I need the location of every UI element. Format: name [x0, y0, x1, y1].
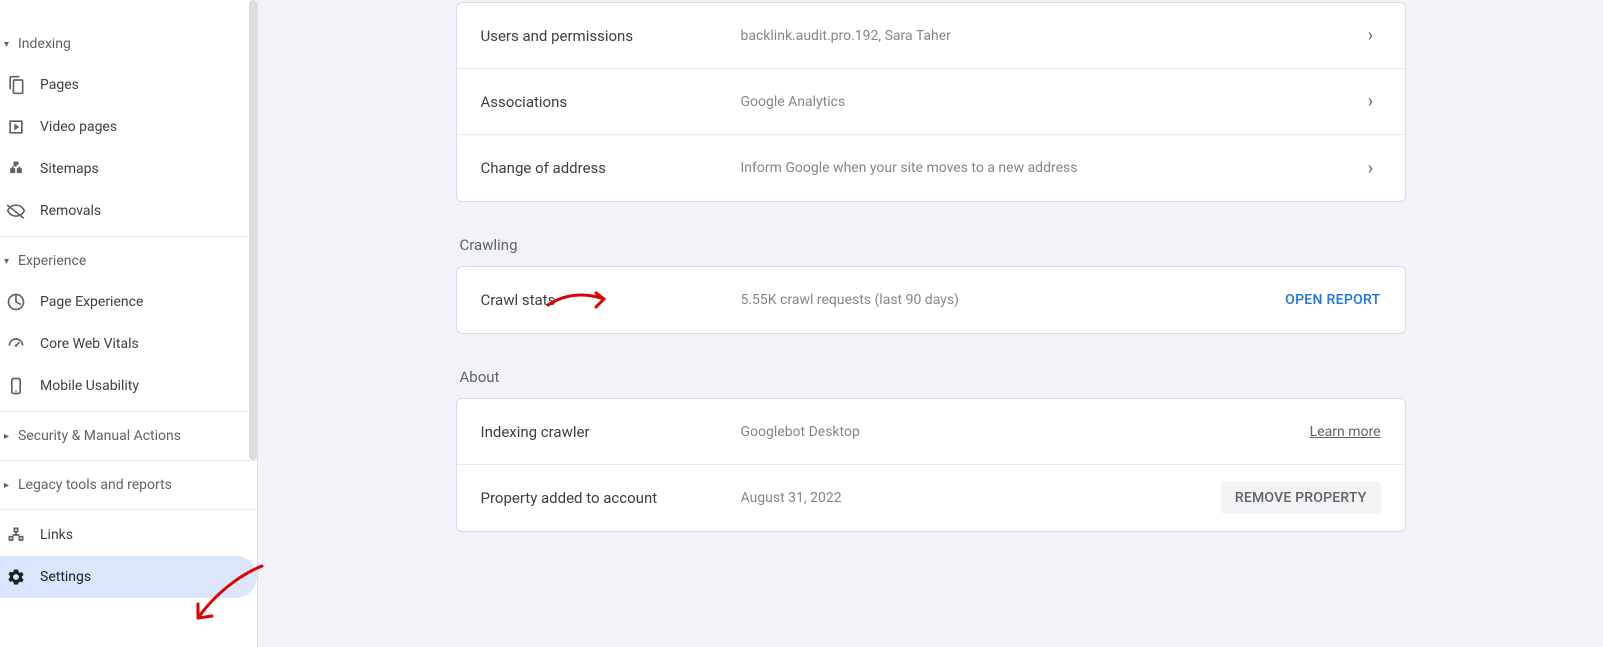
- main-content: Users and permissions backlink.audit.pro…: [258, 0, 1603, 647]
- section-title-about: About: [456, 342, 1406, 398]
- row-value: 5.55K crawl requests (last 90 days): [741, 292, 1286, 308]
- sidebar-item-label: Video pages: [40, 119, 117, 135]
- row-value: Inform Google when your site moves to a …: [741, 160, 1361, 176]
- open-report-button[interactable]: OPEN REPORT: [1285, 292, 1380, 308]
- general-card: Users and permissions backlink.audit.pro…: [456, 2, 1406, 202]
- sidebar-item-page-experience[interactable]: Page Experience: [0, 281, 257, 323]
- sidebar-section-label: Experience: [18, 253, 86, 269]
- divider: [0, 411, 257, 412]
- row-label: Crawl stats: [481, 291, 741, 309]
- divider: [0, 460, 257, 461]
- sidebar-item-label: Removals: [40, 203, 101, 219]
- chevron-right-icon: ›: [1361, 158, 1381, 178]
- sidebar-item-sitemaps[interactable]: Sitemaps: [0, 148, 257, 190]
- sidebar-item-label: Core Web Vitals: [40, 336, 139, 352]
- sidebar-item-links[interactable]: Links: [0, 514, 257, 556]
- row-value: Google Analytics: [741, 94, 1361, 110]
- sidebar-section-label: Legacy tools and reports: [18, 477, 172, 493]
- caret-right-icon: ▸: [4, 480, 16, 491]
- row-label: Change of address: [481, 159, 741, 177]
- page-experience-icon: [6, 292, 26, 312]
- row-label: Indexing crawler: [481, 423, 741, 441]
- sidebar-section-legacy[interactable]: ▸ Legacy tools and reports: [0, 465, 257, 505]
- sidebar-section-experience[interactable]: ▾ Experience: [0, 241, 257, 281]
- sidebar-item-removals[interactable]: Removals: [0, 190, 257, 232]
- sidebar-item-video-pages[interactable]: Video pages: [0, 106, 257, 148]
- sidebar-item-label: Settings: [40, 569, 91, 585]
- caret-right-icon: ▸: [4, 431, 16, 442]
- chevron-right-icon: ›: [1361, 26, 1381, 46]
- row-change-of-address[interactable]: Change of address Inform Google when you…: [457, 135, 1405, 201]
- sidebar-section-indexing[interactable]: ▾ Indexing: [0, 24, 257, 64]
- section-title-crawling: Crawling: [456, 210, 1406, 266]
- sidebar-item-label: Links: [40, 527, 73, 543]
- learn-more-link[interactable]: Learn more: [1310, 424, 1381, 440]
- sidebar-section-label: Indexing: [18, 36, 71, 52]
- row-value: backlink.audit.pro.192, Sara Taher: [741, 28, 1361, 44]
- row-label: Associations: [481, 93, 741, 111]
- video-pages-icon: [6, 117, 26, 137]
- divider: [0, 236, 257, 237]
- row-associations[interactable]: Associations Google Analytics ›: [457, 69, 1405, 135]
- remove-property-button[interactable]: REMOVE PROPERTY: [1221, 482, 1381, 514]
- sidebar-section-security[interactable]: ▸ Security & Manual Actions: [0, 416, 257, 456]
- sidebar: ▾ Indexing Pages Video pages Sitemaps Re…: [0, 0, 258, 647]
- sidebar-item-label: Mobile Usability: [40, 378, 139, 394]
- sidebar-item-pages[interactable]: Pages: [0, 64, 257, 106]
- row-value: Googlebot Desktop: [741, 424, 1310, 440]
- sidebar-scrollbar[interactable]: [249, 0, 257, 460]
- row-crawl-stats[interactable]: Crawl stats 5.55K crawl requests (last 9…: [457, 267, 1405, 333]
- caret-down-icon: ▾: [4, 39, 16, 50]
- about-card: Indexing crawler Googlebot Desktop Learn…: [456, 398, 1406, 532]
- row-label: Property added to account: [481, 489, 741, 507]
- mobile-usability-icon: [6, 376, 26, 396]
- links-icon: [6, 525, 26, 545]
- sidebar-item-mobile-usability[interactable]: Mobile Usability: [0, 365, 257, 407]
- crawling-card: Crawl stats 5.55K crawl requests (last 9…: [456, 266, 1406, 334]
- sidebar-section-label: Security & Manual Actions: [18, 428, 181, 444]
- sidebar-item-label: Pages: [40, 77, 79, 93]
- sitemaps-icon: [6, 159, 26, 179]
- row-property-added: Property added to account August 31, 202…: [457, 465, 1405, 531]
- sidebar-item-label: Sitemaps: [40, 161, 99, 177]
- caret-down-icon: ▾: [4, 256, 16, 267]
- pages-icon: [6, 75, 26, 95]
- row-value: August 31, 2022: [741, 490, 1221, 506]
- gear-icon: [6, 567, 26, 587]
- row-label: Users and permissions: [481, 27, 741, 45]
- sidebar-item-core-web-vitals[interactable]: Core Web Vitals: [0, 323, 257, 365]
- row-indexing-crawler: Indexing crawler Googlebot Desktop Learn…: [457, 399, 1405, 465]
- sidebar-item-settings[interactable]: Settings: [0, 556, 257, 598]
- removals-icon: [6, 201, 26, 221]
- row-users-permissions[interactable]: Users and permissions backlink.audit.pro…: [457, 3, 1405, 69]
- chevron-right-icon: ›: [1361, 92, 1381, 112]
- core-web-vitals-icon: [6, 334, 26, 354]
- sidebar-item-label: Page Experience: [40, 294, 143, 310]
- divider: [0, 509, 257, 510]
